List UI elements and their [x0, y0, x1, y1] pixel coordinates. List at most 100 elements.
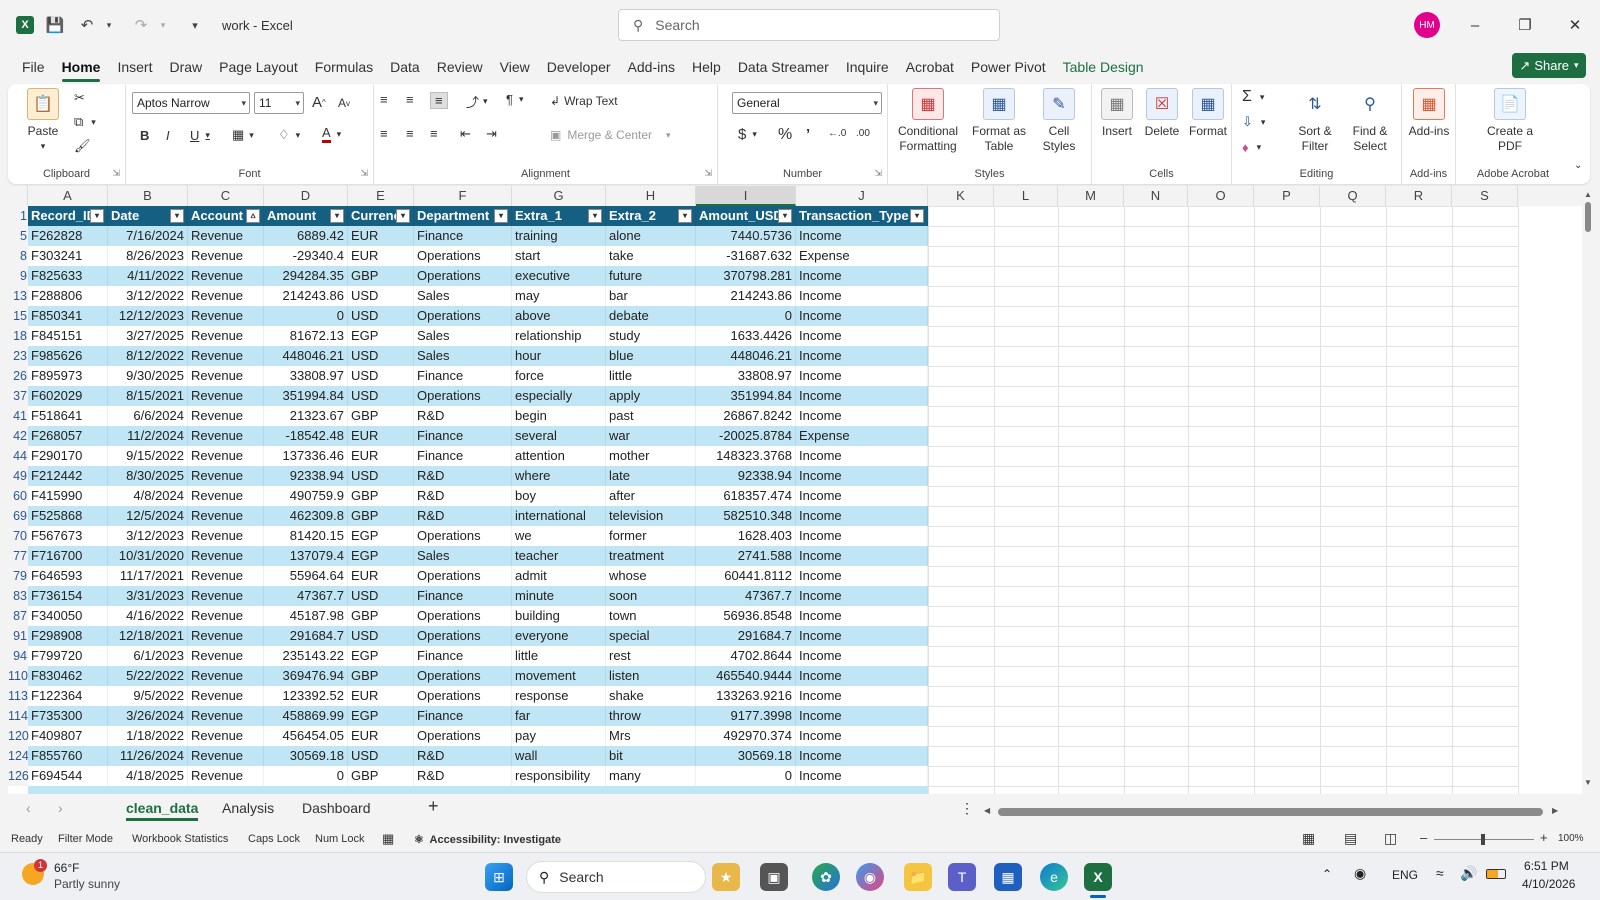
- table-cell[interactable]: 4/8/2024: [108, 486, 188, 506]
- table-cell[interactable]: -18542.48: [264, 426, 348, 446]
- table-cell[interactable]: Revenue: [188, 266, 264, 286]
- table-cell[interactable]: Income: [796, 606, 928, 626]
- table-cell[interactable]: Income: [796, 326, 928, 346]
- table-cell[interactable]: USD: [348, 626, 414, 646]
- table-cell[interactable]: Revenue: [188, 426, 264, 446]
- table-cell[interactable]: GBP: [348, 666, 414, 686]
- table-header-cell[interactable]: Transaction_Type ▾: [796, 206, 928, 226]
- column-header-o[interactable]: O: [1188, 186, 1254, 206]
- row-number[interactable]: 91: [8, 626, 28, 646]
- table-cell[interactable]: study: [606, 326, 696, 346]
- row-number[interactable]: 13: [8, 286, 28, 306]
- table-cell[interactable]: Operations: [414, 306, 512, 326]
- table-cell[interactable]: 458869.99: [264, 706, 348, 726]
- fill-button[interactable]: ⇩ ▾: [1242, 114, 1265, 130]
- search-box[interactable]: ⚲ Search: [618, 9, 1000, 41]
- table-cell[interactable]: Operations: [414, 266, 512, 286]
- filter-dropdown-icon[interactable]: ▾: [588, 209, 602, 223]
- table-cell[interactable]: USD: [348, 366, 414, 386]
- sheet-next-icon[interactable]: ›: [58, 800, 63, 816]
- table-cell[interactable]: Income: [796, 726, 928, 746]
- zoom-slider[interactable]: [1434, 834, 1534, 845]
- table-cell[interactable]: USD: [348, 466, 414, 486]
- tab-power-pivot[interactable]: Power Pivot: [971, 55, 1046, 79]
- table-cell[interactable]: GBP: [348, 486, 414, 506]
- table-cell[interactable]: 1633.4426: [696, 326, 796, 346]
- tab-data-streamer[interactable]: Data Streamer: [738, 55, 829, 79]
- table-cell[interactable]: rest: [606, 646, 696, 666]
- increase-decimal-button[interactable]: ←.0: [828, 128, 846, 139]
- table-cell[interactable]: Revenue: [188, 306, 264, 326]
- table-cell[interactable]: response: [512, 686, 606, 706]
- column-header-r[interactable]: R: [1386, 186, 1452, 206]
- edge-icon[interactable]: e: [1040, 863, 1068, 891]
- tab-add-ins[interactable]: Add-ins: [628, 55, 675, 79]
- number-launcher-icon[interactable]: ⇲: [874, 168, 882, 179]
- table-cell[interactable]: television: [606, 506, 696, 526]
- table-cell[interactable]: Income: [796, 546, 928, 566]
- table-cell[interactable]: Mrs: [606, 726, 696, 746]
- borders-button[interactable]: ▦ ▾: [232, 127, 254, 143]
- row-number[interactable]: 8: [8, 246, 28, 266]
- row-number[interactable]: 26: [8, 366, 28, 386]
- table-cell[interactable]: F262828: [28, 226, 108, 246]
- format-cells-button[interactable]: ▦ Format: [1186, 88, 1230, 139]
- table-cell[interactable]: 0: [264, 766, 348, 786]
- align-center-button[interactable]: ≡: [406, 126, 414, 141]
- task-view-icon[interactable]: ▣: [760, 863, 788, 891]
- table-cell[interactable]: GBP: [348, 606, 414, 626]
- start-icon[interactable]: ⊞: [485, 863, 513, 891]
- row-number[interactable]: 114: [8, 706, 28, 726]
- tab-help[interactable]: Help: [692, 55, 721, 79]
- sheet-tab-clean-data[interactable]: clean_data: [126, 800, 199, 821]
- row-number[interactable]: 1: [8, 206, 28, 226]
- table-header-cell[interactable]: Extra_1 ▾: [512, 206, 606, 226]
- row-number[interactable]: 87: [8, 606, 28, 626]
- table-cell[interactable]: Sales: [414, 286, 512, 306]
- table-cell[interactable]: Expense: [796, 426, 928, 446]
- row-number[interactable]: 18: [8, 326, 28, 346]
- row-number[interactable]: 77: [8, 546, 28, 566]
- format-painter-button[interactable]: 🖌: [74, 138, 91, 154]
- table-cell[interactable]: shake: [606, 686, 696, 706]
- table-cell[interactable]: F340050: [28, 606, 108, 626]
- table-cell[interactable]: F850341: [28, 306, 108, 326]
- vertical-scrollbar[interactable]: ▲ ▼: [1583, 190, 1593, 790]
- currency-button[interactable]: $ ▾: [738, 126, 757, 143]
- table-cell[interactable]: minute: [512, 586, 606, 606]
- teams-icon[interactable]: T: [948, 863, 976, 891]
- row-number[interactable]: 15: [8, 306, 28, 326]
- table-cell[interactable]: 137079.4: [264, 546, 348, 566]
- column-header-i[interactable]: I: [696, 186, 796, 206]
- table-cell[interactable]: 12/18/2021: [108, 626, 188, 646]
- table-cell[interactable]: 137336.46: [264, 446, 348, 466]
- weather-widget[interactable]: 1 66°F Partly sunny: [22, 857, 142, 897]
- column-header-m[interactable]: M: [1058, 186, 1124, 206]
- tab-insert[interactable]: Insert: [117, 55, 152, 79]
- table-header-cell[interactable]: Currency ▾: [348, 206, 414, 226]
- table-cell[interactable]: Revenue: [188, 706, 264, 726]
- filter-dropdown-icon[interactable]: ▾: [90, 209, 104, 223]
- table-cell[interactable]: 5/22/2022: [108, 666, 188, 686]
- table-cell[interactable]: future: [606, 266, 696, 286]
- table-cell[interactable]: 92338.94: [264, 466, 348, 486]
- table-cell[interactable]: EUR: [348, 726, 414, 746]
- language-indicator[interactable]: ENG: [1392, 868, 1418, 882]
- table-cell[interactable]: treatment: [606, 546, 696, 566]
- filter-dropdown-icon[interactable]: ▾: [910, 209, 924, 223]
- zoom-in-icon[interactable]: +: [1540, 830, 1548, 845]
- table-cell[interactable]: EGP: [348, 546, 414, 566]
- table-cell[interactable]: far: [512, 706, 606, 726]
- table-cell[interactable]: 351994.84: [264, 386, 348, 406]
- table-cell[interactable]: USD: [348, 586, 414, 606]
- minimize-button[interactable]: –: [1460, 12, 1490, 38]
- align-right-button[interactable]: ≡: [430, 126, 438, 141]
- table-cell[interactable]: F290170: [28, 446, 108, 466]
- horizontal-scroll-thumb[interactable]: [998, 808, 1543, 816]
- table-cell[interactable]: F830462: [28, 666, 108, 686]
- worksheet-grid[interactable]: 1 Record_ID ▾ Date ▾ Account ⩟ Amount ▾ Currency ▾…: [8, 206, 1582, 794]
- underline-button[interactable]: U ▾: [190, 128, 210, 143]
- table-cell[interactable]: F646593: [28, 566, 108, 586]
- table-cell[interactable]: F602029: [28, 386, 108, 406]
- table-cell[interactable]: 448046.21: [264, 346, 348, 366]
